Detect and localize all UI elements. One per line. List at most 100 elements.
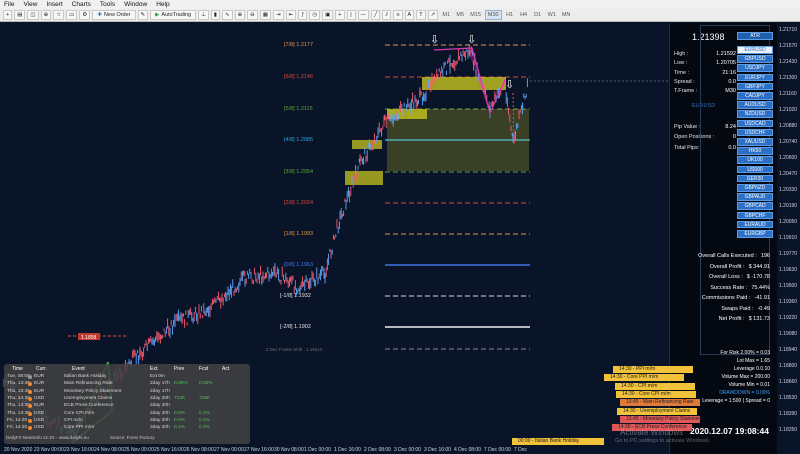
price-axis-label: 1.19630	[779, 267, 798, 273]
symbol-button-eurjpy[interactable]: EURJPY	[737, 73, 773, 82]
event-row: Tue, 08:00 EUR Italian Bank Holiday Ext 0m	[4, 374, 250, 381]
time-axis-label: 25 Nov 00:00	[124, 447, 154, 453]
fibonacci-icon[interactable]: ≡	[393, 10, 403, 20]
symbol-button-hk50[interactable]: HK50	[737, 147, 773, 155]
periods-icon[interactable]: ◷	[309, 10, 321, 20]
profiles-icon[interactable]: ▤	[14, 10, 26, 20]
impact-dot-icon	[28, 389, 32, 394]
timeframe-m1[interactable]: M1	[440, 10, 452, 20]
symbol-button-gbpnzd[interactable]: GBPNZD	[737, 184, 773, 192]
timeframe-h1[interactable]: H1	[504, 10, 516, 20]
autotrading-button[interactable]: ▶ AutoTrading	[150, 10, 197, 20]
atr-button[interactable]: ATR	[737, 32, 773, 40]
timeframe-d1[interactable]: D1	[532, 10, 544, 20]
menu-tools[interactable]: Tools	[100, 1, 115, 8]
horizontal-line-icon[interactable]: —	[357, 10, 369, 20]
menu-charts[interactable]: Charts	[72, 1, 91, 8]
crosshair-icon[interactable]: +	[335, 10, 345, 20]
frame-shift-note: 2 Dec Frame Shift : 1.19413	[266, 347, 323, 352]
risk-line: Volume Max = 200.00	[721, 374, 770, 380]
price-chart[interactable]: ⇩ ⇩ ⇩ 1.1858 [7/8] 1.2177 [6/8] 1.2146 […	[0, 23, 800, 454]
symbol-button-xauusd[interactable]: XAUUSD	[737, 138, 773, 146]
templates-icon[interactable]: ▣	[322, 10, 334, 20]
menu-help[interactable]: Help	[156, 1, 169, 8]
symbol-button-eurgbp[interactable]: EURGBP	[737, 230, 773, 238]
impact-dot-icon	[28, 411, 32, 416]
timeframe-h4[interactable]: H4	[518, 10, 530, 20]
event-cell: Thu, 13:45	[7, 388, 30, 394]
price-axis-label: 1.20050	[779, 219, 798, 225]
symbol-button-gbpchf[interactable]: GBPCHF	[737, 211, 773, 220]
channel-icon[interactable]: ⫽	[382, 10, 392, 20]
event-row: Fri, 14:30 USD Core PPI m/m 3day 20h 0.1% 0.2…	[4, 425, 250, 432]
timeframe-m5[interactable]: M5	[454, 10, 466, 20]
symbol-button-eurusd[interactable]: EURUSD	[737, 46, 773, 54]
symbol-button-cadjpy[interactable]: CADJPY	[737, 92, 773, 100]
symbol-button-uk100[interactable]: UK100	[737, 156, 773, 164]
event-bar: 13:45 - Monetary Policy Statement	[620, 415, 703, 423]
events-header-prev: Prev	[174, 366, 185, 372]
new-order-label: New Order	[103, 12, 131, 18]
event-bar: 14:30 - Core CPI m/m	[616, 390, 696, 398]
symbol-button-gbpaud[interactable]: GBPAUD	[737, 193, 773, 201]
down-arrow-icon-2: ⇩	[467, 33, 476, 46]
symbol-button-euraud[interactable]: EURAUD	[737, 220, 773, 229]
timeframe-m30[interactable]: M30	[484, 10, 502, 20]
price-axis-label: 1.19360	[779, 299, 798, 305]
menu-window[interactable]: Window	[124, 1, 147, 8]
navigator-icon[interactable]: ☆	[53, 10, 65, 20]
risk-line: Leverage 0.0.10	[733, 366, 770, 372]
symbol-button-ger30[interactable]: GER30	[737, 174, 773, 183]
timeframe-mn[interactable]: MN	[560, 10, 573, 20]
tester-icon[interactable]: ⚙	[79, 10, 91, 20]
data-window-icon[interactable]: ⊕	[40, 10, 52, 20]
time-axis-label: 3 Dec 00:00	[394, 447, 421, 453]
timeframe-m15[interactable]: M15	[468, 10, 483, 20]
line-chart-icon[interactable]: ∿	[221, 10, 233, 20]
autoscroll-icon[interactable]: ⇥	[272, 10, 284, 20]
symbol-button-us500[interactable]: US500	[737, 165, 773, 174]
menu-view[interactable]: View	[23, 1, 37, 8]
symbol-button-gbpusd[interactable]: GBPUSD	[737, 55, 773, 63]
stat-value: $ -170.78	[746, 274, 770, 280]
symbol-button-gbpcad[interactable]: GBPCAD	[737, 202, 773, 210]
chart-shift-icon[interactable]: ⇤	[285, 10, 297, 20]
menu-file[interactable]: File	[4, 1, 14, 8]
bar-chart-icon[interactable]: ⊥	[198, 10, 209, 20]
symbol-button-audusd[interactable]: AUDUSD	[737, 101, 773, 109]
vertical-line-icon[interactable]: |	[346, 10, 356, 20]
symbol-button-nzdusd[interactable]: NZDUSD	[737, 110, 773, 118]
symbol-button-gbpjpy[interactable]: GBPJPY	[737, 82, 773, 91]
new-order-button[interactable]: ✚ New Order	[92, 10, 136, 20]
arrow-tool-icon[interactable]: ↗	[427, 10, 439, 20]
menu-insert[interactable]: Insert	[46, 1, 62, 8]
price-axis-label: 1.18800	[779, 363, 798, 369]
event-cell: 2day 20h	[150, 395, 170, 401]
market-watch-icon[interactable]: ◫	[27, 10, 39, 20]
trendline-icon[interactable]: ╱	[371, 10, 381, 20]
new-chart-icon[interactable]: +	[3, 10, 13, 20]
indicators-icon[interactable]: ƒ	[298, 10, 308, 20]
stat-row: Swaps Paid : -0.49	[721, 306, 770, 312]
candle-chart-icon[interactable]: ▮	[210, 10, 220, 20]
metaeditor-icon[interactable]: ✎	[137, 10, 149, 20]
price-axis-label: 1.21300	[779, 75, 798, 81]
stat-label: Success Rate :	[710, 284, 748, 291]
timeframe-w1[interactable]: W1	[546, 10, 558, 20]
stat-label: Net Profit :	[718, 316, 745, 322]
impact-dot-icon	[28, 404, 32, 409]
zoom-out-icon[interactable]: ⊖	[247, 10, 258, 20]
event-cell: Fri, 14:30	[7, 425, 28, 431]
event-row: Thu, 14:30 USD Core CPI m/m 2day 20h 0.0% 0.1…	[4, 411, 250, 418]
time-axis-label: 25 Nov 16:00	[154, 447, 184, 453]
tile-icon[interactable]: ▦	[259, 10, 271, 20]
text-tool-icon[interactable]: A	[404, 10, 415, 20]
symbol-button-usdchf[interactable]: USDCHF	[737, 128, 773, 137]
event-cell: EUR	[34, 403, 45, 409]
symbol-button-usdjpy[interactable]: USDJPY	[737, 64, 773, 72]
event-cell: 0.1%	[199, 417, 210, 423]
label-tool-icon[interactable]: T	[416, 10, 426, 20]
zoom-in-icon[interactable]: ⊕	[234, 10, 246, 20]
symbol-button-usdcad[interactable]: USDCAD	[737, 119, 773, 128]
terminal-icon[interactable]: ▭	[66, 10, 78, 20]
